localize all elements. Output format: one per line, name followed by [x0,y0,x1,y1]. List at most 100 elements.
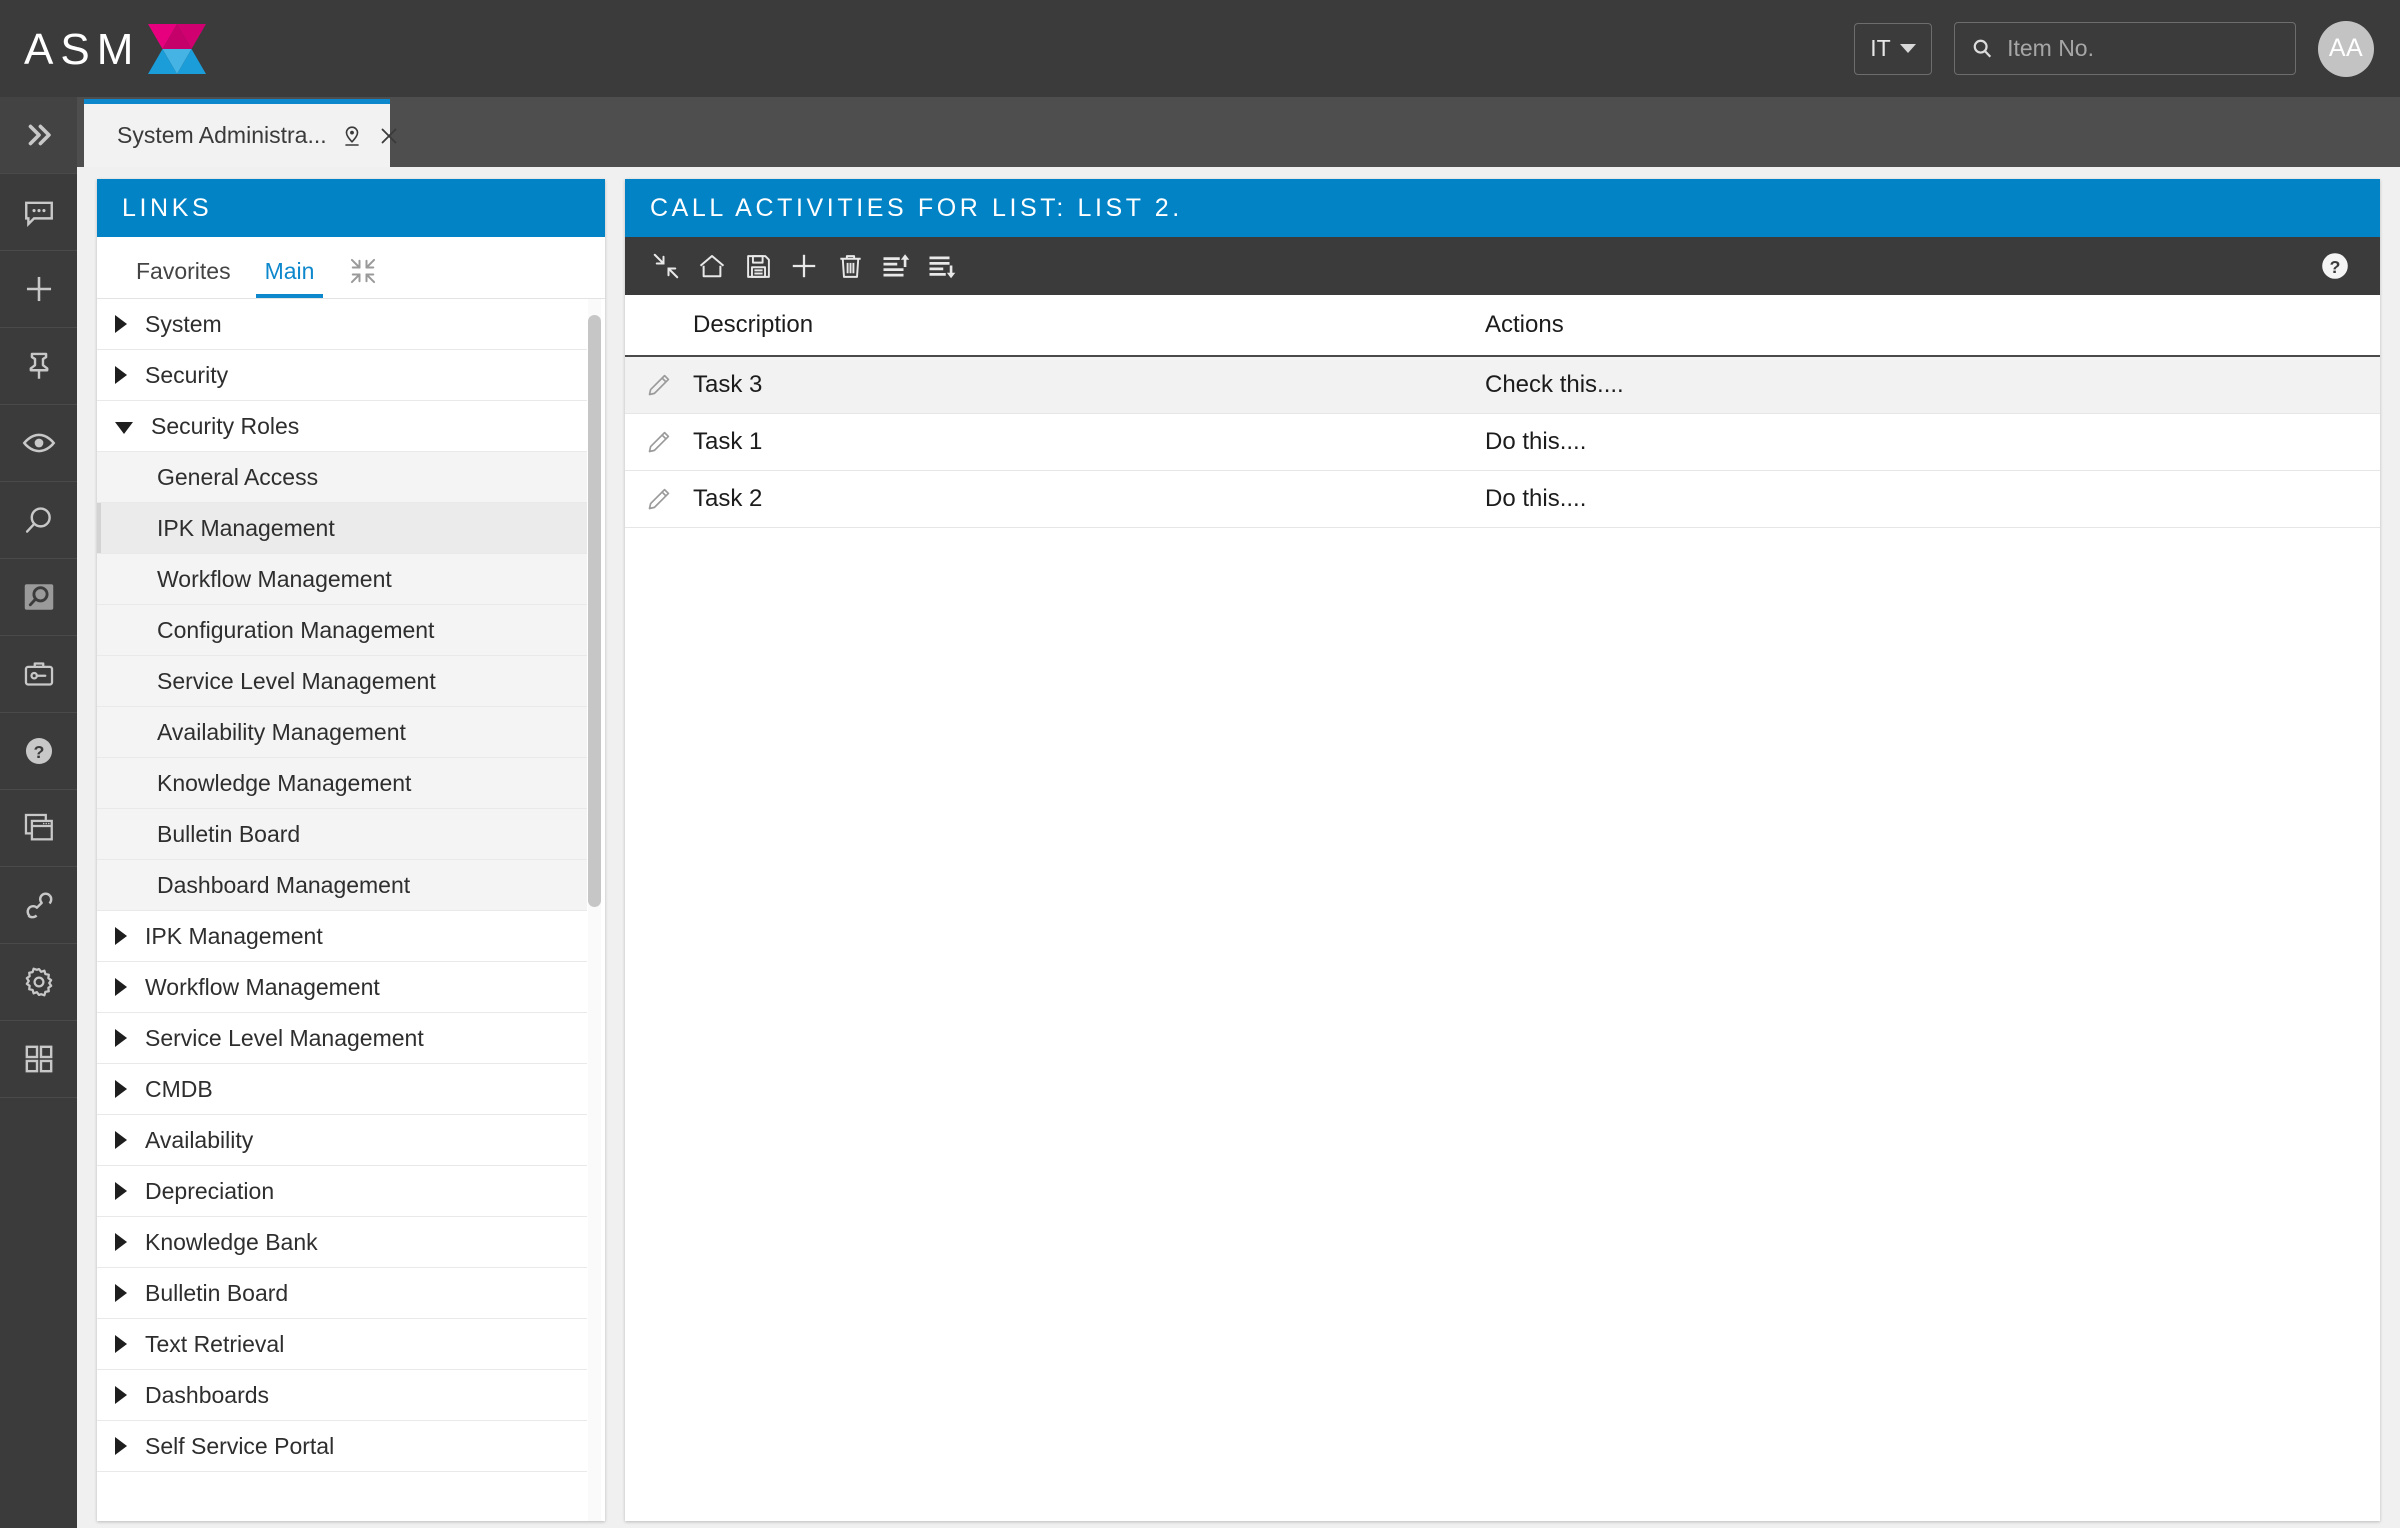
tree-item[interactable]: Self Service Portal [97,1421,587,1472]
phone-icon [26,892,52,919]
rail-item-advanced-search[interactable] [0,559,77,636]
rail-item-apps[interactable] [0,1021,77,1098]
table-header-row: Description Actions [625,295,2380,357]
help-button[interactable]: ? [2312,237,2358,295]
tree-item[interactable]: Depreciation [97,1166,587,1217]
table-row[interactable]: Task 3 Check this.... [625,357,2380,414]
tree-item[interactable]: Availability Management [97,707,587,758]
trash-icon [839,254,861,278]
move-down-icon [929,256,956,279]
tree-item[interactable]: Bulletin Board [97,1268,587,1319]
tab-close-button[interactable] [377,124,401,148]
chevron-down-icon[interactable] [115,421,133,434]
home-button[interactable] [689,237,735,295]
edit-row-button[interactable] [625,486,693,513]
links-panel: LINKS Favorites Main System Security Secur… [97,179,605,1521]
rail-item-watch[interactable] [0,405,77,482]
search-input[interactable] [2007,35,2279,62]
tree-item[interactable]: Security [97,350,587,401]
tree-item[interactable]: Service Level Management [97,1013,587,1064]
gear-icon [25,967,52,997]
tree-item[interactable]: Knowledge Bank [97,1217,587,1268]
tree-item-label: Configuration Management [157,616,435,643]
chat-icon [24,201,53,227]
chevron-right-icon[interactable] [115,366,127,384]
tree-item[interactable]: Availability [97,1115,587,1166]
avatar[interactable]: AA [2318,20,2374,77]
logo-text: ASM [24,24,141,74]
add-button[interactable] [781,237,827,295]
rail-item-open-windows[interactable] [0,790,77,867]
chevron-right-icon[interactable] [115,1335,127,1353]
tree-item[interactable]: IPK Management [97,503,587,554]
chevron-right-icon[interactable] [115,1182,127,1200]
tree-item[interactable]: Knowledge Management [97,758,587,809]
save-button[interactable] [735,237,781,295]
chevron-right-icon[interactable] [115,1131,127,1149]
tree-item[interactable]: Service Level Management [97,656,587,707]
move-down-button[interactable] [919,237,965,295]
tree-item[interactable]: Dashboard Management [97,860,587,911]
language-select[interactable]: IT [1854,22,1932,75]
rail-item-calls[interactable] [0,867,77,944]
chevron-right-icon[interactable] [115,1029,127,1047]
table-row[interactable]: Task 2 Do this.... [625,471,2380,528]
chevron-right-icon[interactable] [115,927,127,945]
cell-description: Task 2 [693,485,763,512]
edit-row-button[interactable] [625,429,693,456]
collapse-button[interactable] [643,237,689,295]
plus-icon [26,276,51,302]
tree-item[interactable]: IPK Management [97,911,587,962]
tree-item-label: Service Level Management [145,1024,424,1051]
tree-item[interactable]: General Access [97,452,587,503]
tree-item[interactable]: Workflow Management [97,554,587,605]
tab-main[interactable]: Main [248,258,332,298]
help-circle-icon: ? [25,737,52,765]
chevron-right-icon[interactable] [115,1437,127,1455]
edit-row-button[interactable] [625,372,693,399]
collapse-all-button[interactable] [331,257,389,298]
chevron-right-icon[interactable] [115,1233,127,1251]
app-logo[interactable]: ASM [24,0,208,97]
tree-scrollbar-thumb[interactable] [588,315,601,907]
pencil-icon [648,488,670,509]
tree-item[interactable]: Configuration Management [97,605,587,656]
rail-item-search[interactable] [0,482,77,559]
help-circle-icon: ? [2322,253,2348,279]
rail-item-help[interactable]: ? [0,713,77,790]
chevron-right-icon[interactable] [115,978,127,996]
cell-description: Task 1 [693,428,763,455]
tree-item-label: Knowledge Management [157,769,412,796]
rail-item-system-administration[interactable] [0,636,77,713]
tree-item[interactable]: Workflow Management [97,962,587,1013]
delete-button[interactable] [827,237,873,295]
tree-item[interactable]: CMDB [97,1064,587,1115]
chevron-right-icon[interactable] [115,315,127,333]
tab-favorites[interactable]: Favorites [119,258,248,298]
chevron-right-icon[interactable] [115,1080,127,1098]
magnifier-icon [25,507,51,533]
tab-system-administration[interactable]: System Administra... [84,99,397,167]
chevron-right-icon[interactable] [115,1284,127,1302]
chevron-right-icon[interactable] [115,1386,127,1404]
tree-item[interactable]: System [97,299,587,350]
rail-item-messages[interactable] [0,174,77,251]
tree-item[interactable]: Security Roles [97,401,587,452]
tree-item[interactable]: Dashboards [97,1370,587,1421]
save-icon [746,254,770,278]
rail-item-new-item[interactable] [0,251,77,328]
links-panel-title: LINKS [122,193,213,222]
plus-icon [792,254,816,278]
tab-strip: System Administra... [77,97,2400,167]
item-search-box[interactable] [1954,22,2296,75]
table-row[interactable]: Task 1 Do this.... [625,414,2380,471]
rail-item-settings[interactable] [0,944,77,1021]
move-up-button[interactable] [873,237,919,295]
tree-item[interactable]: Text Retrieval [97,1319,587,1370]
magnifier-box-icon [24,584,53,610]
rail-item-expand-menu[interactable] [0,97,77,174]
tree-item[interactable]: Bulletin Board [97,809,587,860]
main-panel-title: CALL ACTIVITIES FOR LIST: LIST 2. [650,193,1183,222]
rail-item-pinned[interactable] [0,328,77,405]
tab-pin-button[interactable] [340,124,364,148]
